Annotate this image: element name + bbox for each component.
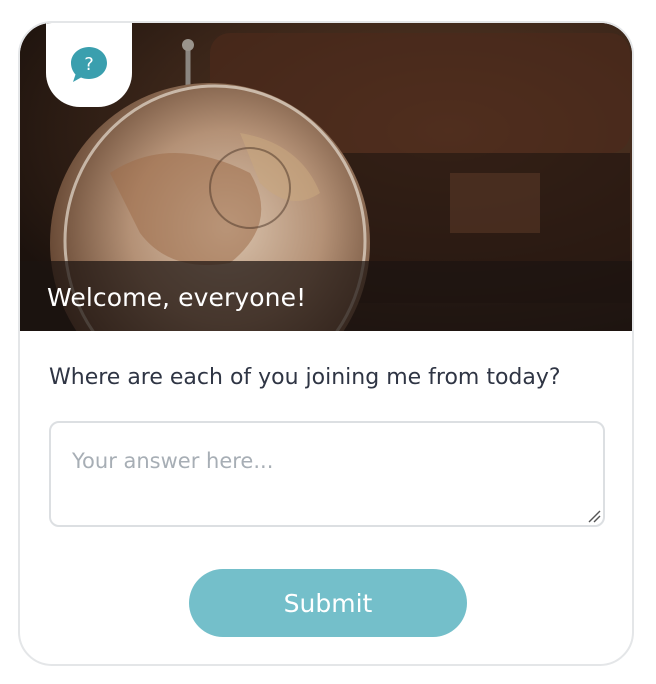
question-text: Where are each of you joining me from to… [49, 365, 561, 390]
question-card: Welcome, everyone! ? Where are each of y… [18, 21, 634, 666]
welcome-banner: Welcome, everyone! [20, 261, 632, 331]
answer-input[interactable] [49, 421, 605, 527]
question-badge: ? [46, 23, 132, 107]
submit-button[interactable]: Submit [189, 569, 467, 637]
resize-handle-icon[interactable] [587, 509, 601, 523]
svg-text:?: ? [84, 54, 94, 75]
speech-bubble-question-icon: ? [71, 47, 107, 82]
welcome-text: Welcome, everyone! [47, 283, 307, 312]
